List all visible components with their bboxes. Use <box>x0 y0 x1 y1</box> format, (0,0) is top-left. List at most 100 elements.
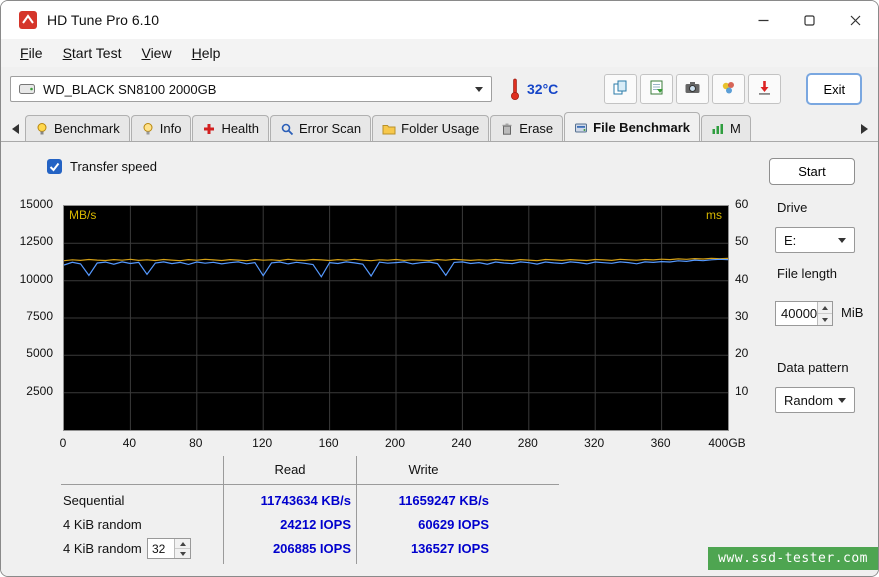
axis-tick: 40 <box>735 272 748 286</box>
toolbar: WD_BLACK SN8100 2000GB 32°C <box>1 67 878 111</box>
table-divider <box>356 456 357 564</box>
tab-label: M <box>730 121 741 136</box>
axis-tick: 7500 <box>1 309 53 323</box>
drive-dropdown[interactable]: E: <box>775 227 855 253</box>
chart-canvas <box>64 206 728 430</box>
tab-label: Benchmark <box>54 121 120 136</box>
file-length-label: File length <box>777 266 837 281</box>
axis-tick: 40 <box>99 436 159 450</box>
benchmark-chart: MB/s ms <box>63 205 729 431</box>
spinner-down-button[interactable] <box>818 314 832 325</box>
file-length-unit: MiB <box>841 305 863 320</box>
drive-select[interactable]: WD_BLACK SN8100 2000GB <box>10 76 492 102</box>
close-button[interactable] <box>832 1 878 39</box>
menu-help[interactable]: Help <box>183 42 230 64</box>
tab-folder-usage[interactable]: Folder Usage <box>372 115 489 141</box>
chevron-down-icon <box>838 398 846 403</box>
spinner-up-button[interactable] <box>175 539 190 549</box>
tab-label: Health <box>221 121 259 136</box>
arrow-down-icon <box>180 552 186 556</box>
menu-view[interactable]: View <box>132 42 180 64</box>
tab-file-benchmark[interactable]: File Benchmark <box>564 112 700 141</box>
queue-depth-spinner[interactable]: 32 <box>147 538 191 559</box>
axis-tick: 50 <box>735 234 748 248</box>
row-4kib-random-qd-label: 4 KiB random <box>63 541 142 556</box>
drive-dropdown-value: E: <box>784 233 796 248</box>
data-pattern-dropdown[interactable]: Random <box>775 387 855 413</box>
axis-tick: 60 <box>735 197 748 211</box>
random-qd-read-value: 206885 IOPS <box>229 541 351 556</box>
tab-scroll-right-button[interactable] <box>854 117 874 141</box>
tab-label: Erase <box>519 121 553 136</box>
minimize-button[interactable] <box>740 1 786 39</box>
screenshot-button[interactable] <box>676 74 709 104</box>
axis-tick: 320 <box>564 436 624 450</box>
save-report-icon <box>648 79 665 99</box>
axis-tick: 360 <box>631 436 691 450</box>
drive-select-value: WD_BLACK SN8100 2000GB <box>43 82 216 97</box>
spinner-up-button[interactable] <box>818 302 832 314</box>
thermometer-icon <box>510 77 520 101</box>
green-chart-icon <box>711 122 725 136</box>
tab-erase[interactable]: Erase <box>490 115 563 141</box>
screenshot-icon <box>684 79 701 99</box>
tab-health[interactable]: Health <box>192 115 269 141</box>
spinner-buttons <box>174 539 190 558</box>
menu-file[interactable]: File <box>11 42 52 64</box>
lightbulb-icon <box>35 122 49 136</box>
menu-start-test[interactable]: Start Test <box>54 42 131 64</box>
download-button[interactable] <box>748 74 781 104</box>
axis-tick: 0 <box>33 436 93 450</box>
spinner-down-button[interactable] <box>175 549 190 558</box>
queue-depth-value: 32 <box>148 539 174 558</box>
file-length-value: 40000 <box>776 302 817 325</box>
tab-label: Info <box>160 121 182 136</box>
tab-info[interactable]: Info <box>131 115 192 141</box>
tab-label: File Benchmark <box>593 120 690 135</box>
tab-scroll-left-button[interactable] <box>5 117 25 141</box>
axis-tick: 280 <box>498 436 558 450</box>
x-axis-ticks: 04080120160200240280320360400GB <box>63 436 753 452</box>
axis-tick: 160 <box>299 436 359 450</box>
hd-tune-window: HD Tune Pro 6.10 File Start Test View He… <box>0 0 879 577</box>
axis-tick: 15000 <box>1 197 53 211</box>
axis-tick: 2500 <box>1 384 53 398</box>
data-pattern-label: Data pattern <box>777 360 849 375</box>
y-axis-left-ticks: 150001250010000750050002500 <box>1 205 58 429</box>
axis-tick: 240 <box>431 436 491 450</box>
app-icon <box>19 11 37 29</box>
start-button[interactable]: Start <box>769 158 855 185</box>
watermark: www.ssd-tester.com <box>708 547 878 570</box>
copy-button[interactable] <box>604 74 637 104</box>
copy-icon <box>612 79 629 99</box>
maximize-button[interactable] <box>786 1 832 39</box>
save-report-button[interactable] <box>640 74 673 104</box>
y-axis-right-unit: ms <box>706 208 722 222</box>
data-pattern-value: Random <box>784 393 833 408</box>
tabstrip: Benchmark Info Health Error Scan Folder … <box>1 111 878 142</box>
axis-tick: 5000 <box>1 346 53 360</box>
temperature-value: 32°C <box>527 81 558 97</box>
disk-benchmark-icon <box>574 121 588 135</box>
chevron-down-icon <box>838 238 846 243</box>
trash-icon <box>500 122 514 136</box>
file-length-spinner[interactable]: 40000 <box>775 301 833 326</box>
tab-label: Error Scan <box>299 121 361 136</box>
table-header-divider <box>61 484 559 485</box>
axis-tick: 10 <box>735 384 748 398</box>
axis-tick: 20 <box>735 346 748 360</box>
write-column-header: Write <box>358 462 489 477</box>
spinner-buttons <box>817 302 832 325</box>
color-settings-button[interactable] <box>712 74 745 104</box>
tab-benchmark[interactable]: Benchmark <box>25 115 130 141</box>
window-controls <box>740 1 878 39</box>
tab-error-scan[interactable]: Error Scan <box>270 115 371 141</box>
tab-partial[interactable]: M <box>701 115 751 141</box>
exit-button[interactable]: Exit <box>807 74 861 104</box>
health-cross-icon <box>202 122 216 136</box>
transfer-speed-checkbox[interactable]: Transfer speed <box>47 159 157 174</box>
arrow-up-icon <box>822 306 828 310</box>
file-benchmark-page: Transfer speed Start MB/s ms 15000125001… <box>1 142 878 576</box>
axis-tick: 120 <box>232 436 292 450</box>
hard-drive-icon <box>19 84 35 94</box>
